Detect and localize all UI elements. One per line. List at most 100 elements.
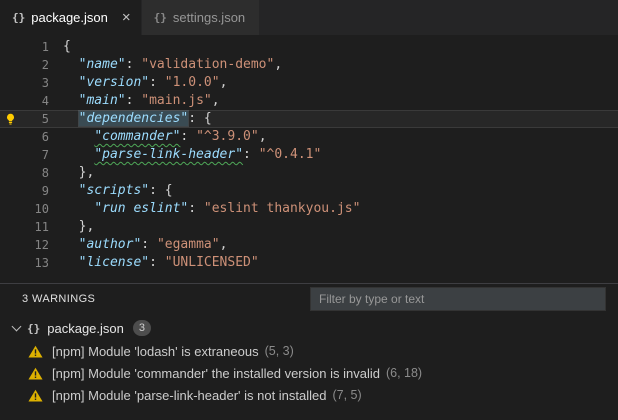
code-line-2[interactable]: 2 "name": "validation-demo", xyxy=(0,56,618,74)
gutter-margin xyxy=(0,200,20,218)
problems-file-row[interactable]: {} package.json 3 xyxy=(0,316,618,340)
code-token: : xyxy=(125,93,142,108)
code-token: "main" xyxy=(78,93,126,108)
line-number: 5 xyxy=(41,112,49,126)
warning-row-3[interactable]: [npm] Module 'parse-link-header' is not … xyxy=(0,384,618,406)
line-number: 4 xyxy=(41,94,49,108)
tab-package-json[interactable]: {} package.json × xyxy=(0,0,142,35)
code-token: "eslint thankyou.js" xyxy=(203,201,361,216)
code-line-7[interactable]: 7 "parse-link-header": "^0.4.1" xyxy=(0,146,618,164)
code-token: "1.0.0" xyxy=(164,75,220,90)
code-token: : xyxy=(180,129,197,144)
code-token: , xyxy=(258,129,267,144)
code-text: "license": "UNLICENSED" xyxy=(49,254,259,272)
lightbulb-icon[interactable] xyxy=(0,110,20,128)
code-line-9[interactable]: 9 "scripts": { xyxy=(0,182,618,200)
line-number: 7 xyxy=(41,148,49,162)
gutter-margin xyxy=(0,56,20,74)
code-text: }, xyxy=(49,164,95,182)
code-token: "UNLICENSED" xyxy=(164,255,259,270)
gutter-margin xyxy=(0,236,20,254)
warning-icon xyxy=(28,344,43,358)
chevron-down-icon[interactable] xyxy=(8,321,24,333)
code-text: "commander": "^3.9.0", xyxy=(49,128,267,146)
close-icon[interactable]: × xyxy=(122,10,131,25)
gutter-margin xyxy=(0,146,20,164)
line-number: 8 xyxy=(41,166,49,180)
filter-input[interactable] xyxy=(310,287,606,311)
code-token: "^0.4.1" xyxy=(258,147,322,162)
code-token: "name" xyxy=(78,57,126,72)
code-token: "validation-demo" xyxy=(141,57,275,72)
code-line-10[interactable]: 10 "run eslint": "eslint thankyou.js" xyxy=(0,200,618,218)
code-token: "main.js" xyxy=(141,93,212,108)
code-token: , xyxy=(219,75,228,90)
warning-location: (7, 5) xyxy=(332,388,362,402)
code-token: "version" xyxy=(78,75,150,90)
code-line-5[interactable]: 5 "dependencies": { xyxy=(0,110,618,128)
code-text: { xyxy=(49,38,71,56)
tab-settings-json[interactable]: {} settings.json xyxy=(141,0,260,35)
problems-count-badge: 3 xyxy=(132,320,151,336)
code-token: "run eslint" xyxy=(94,201,189,216)
code-text: "name": "validation-demo", xyxy=(49,56,283,74)
problems-panel: 3 WARNINGS {} package.json 3 [npm] Module '… xyxy=(0,283,618,420)
code-token: { xyxy=(63,39,71,54)
gutter-margin xyxy=(0,218,20,236)
line-number: 10 xyxy=(34,202,49,216)
code-editor[interactable]: 1{2 "name": "validation-demo", 3 "version… xyxy=(0,35,618,283)
gutter-margin xyxy=(0,182,20,200)
code-token: "license" xyxy=(78,255,150,270)
code-text: "main": "main.js", xyxy=(49,92,220,110)
json-file-icon: {} xyxy=(27,321,41,335)
warning-row-2[interactable]: [npm] Module 'commander' the installed v… xyxy=(0,362,618,384)
code-text: "author": "egamma", xyxy=(49,236,228,254)
problems-file-name: package.json xyxy=(47,320,124,336)
code-line-13[interactable]: 13 "license": "UNLICENSED" xyxy=(0,254,618,272)
tab-bar: {} package.json × {} settings.json xyxy=(0,0,618,35)
code-line-4[interactable]: 4 "main": "main.js", xyxy=(0,92,618,110)
word-highlight: "dependencies" xyxy=(78,111,189,126)
code-line-8[interactable]: 8 }, xyxy=(0,164,618,182)
line-number: 6 xyxy=(41,130,49,144)
code-token: }, xyxy=(78,165,95,180)
code-token: : { xyxy=(188,111,212,126)
code-token: "egamma" xyxy=(156,237,220,252)
warning-location: (5, 3) xyxy=(264,344,294,358)
code-token: "author" xyxy=(78,237,142,252)
code-text: "version": "1.0.0", xyxy=(49,74,228,92)
warning-row-1[interactable]: [npm] Module 'lodash' is extraneous (5, 3… xyxy=(0,340,618,362)
line-number: 9 xyxy=(41,184,49,198)
code-token: : xyxy=(149,255,165,270)
code-token: "^3.9.0" xyxy=(196,129,259,144)
problems-panel-header: 3 WARNINGS xyxy=(0,284,618,314)
warning-icon xyxy=(28,388,43,402)
code-line-1[interactable]: 1{ xyxy=(0,38,618,56)
code-line-6[interactable]: 6 "commander": "^3.9.0", xyxy=(0,128,618,146)
json-file-icon: {} xyxy=(153,11,167,24)
code-token: : xyxy=(243,147,259,162)
gutter-margin xyxy=(0,164,20,182)
warning-location: (6, 18) xyxy=(385,366,423,380)
code-line-3[interactable]: 3 "version": "1.0.0", xyxy=(0,74,618,92)
code-line-12[interactable]: 12 "author": "egamma", xyxy=(0,236,618,254)
code-line-11[interactable]: 11 }, xyxy=(0,218,618,236)
problems-tree: {} package.json 3 [npm] Module 'lodash' is … xyxy=(0,314,618,406)
code-token: }, xyxy=(78,219,95,234)
code-token: : xyxy=(125,57,142,72)
code-token: : xyxy=(149,75,165,90)
code-text: "parse-link-header": "^0.4.1" xyxy=(49,146,321,164)
code-token: , xyxy=(274,57,283,72)
warnings-count: 3 WARNINGS xyxy=(22,293,96,305)
line-number: 11 xyxy=(34,220,49,234)
gutter-margin xyxy=(0,38,20,56)
